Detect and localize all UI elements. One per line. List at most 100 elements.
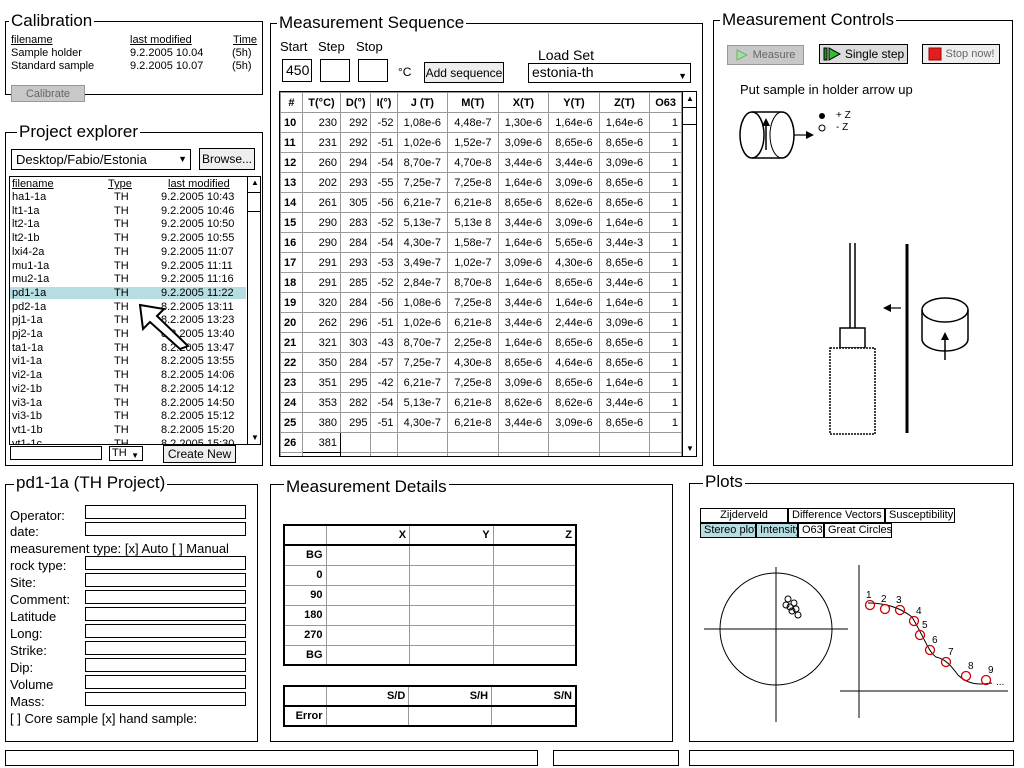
sequence-cell[interactable] bbox=[340, 452, 372, 456]
details-cell[interactable] bbox=[325, 604, 411, 626]
start-input[interactable]: 450 bbox=[282, 59, 312, 82]
latitude-input[interactable] bbox=[85, 607, 246, 621]
sequence-cell[interactable]: 1,64e-6 bbox=[598, 112, 651, 133]
sequence-cell[interactable]: 305 bbox=[340, 192, 372, 213]
sequence-cell[interactable]: 1,64e-6 bbox=[598, 292, 651, 313]
sequence-cell[interactable]: 4,30e-8 bbox=[447, 352, 499, 373]
sequence-cell[interactable]: -56 bbox=[370, 192, 398, 213]
calibrate-button[interactable]: Calibrate bbox=[11, 85, 85, 102]
file-row[interactable]: vt1-1c TH 8.2.2005 15:30 bbox=[10, 438, 246, 444]
sequence-column-header[interactable]: Z(T) bbox=[598, 92, 651, 113]
sequence-index-cell[interactable]: 24 bbox=[280, 392, 303, 413]
sequence-cell[interactable]: 1 bbox=[649, 412, 682, 433]
file-row[interactable]: ha1-1a TH 9.2.2005 10:43 bbox=[10, 191, 246, 203]
details-cell[interactable] bbox=[492, 624, 577, 646]
sequence-cell[interactable]: 1 bbox=[649, 192, 682, 213]
sequence-cell[interactable]: 8,65e-6 bbox=[598, 412, 651, 433]
sequence-cell[interactable]: 8,65e-6 bbox=[548, 332, 600, 353]
sequence-cell[interactable]: 3,44e-6 bbox=[598, 272, 651, 293]
table-row[interactable]: 21 321 303 -43 8,70e-7 2,25e-8 1,64e-6 8,65e-6 8… bbox=[280, 332, 682, 353]
table-row[interactable]: 14 261 305 -56 6,21e-7 6,21e-8 8,65e-6 8,62e-6 8… bbox=[280, 192, 682, 213]
create-new-button[interactable]: Create New bbox=[163, 445, 236, 463]
sequence-cell[interactable]: 4,48e-7 bbox=[447, 112, 499, 133]
details-table[interactable]: XYZ BG 0 90 180 270 BG bbox=[283, 524, 577, 666]
sequence-cell[interactable]: 4,30e-7 bbox=[396, 412, 449, 433]
calibration-row-filename[interactable]: Standard sample bbox=[11, 60, 94, 72]
sequence-index-cell[interactable]: 12 bbox=[280, 152, 303, 173]
sequence-cell[interactable]: 1 bbox=[649, 292, 682, 313]
sequence-index-cell[interactable]: 20 bbox=[280, 312, 303, 333]
sequence-cell[interactable]: 1 bbox=[649, 112, 682, 133]
volume-input[interactable] bbox=[85, 675, 246, 689]
table-row[interactable]: 20 262 296 -51 1,02e-6 6,21e-8 3,44e-6 2,44e-6 3… bbox=[280, 312, 682, 333]
table-row[interactable]: 23 351 295 -42 6,21e-7 7,25e-8 3,09e-6 8,65e-6 1… bbox=[280, 372, 682, 393]
sequence-index-cell[interactable]: 22 bbox=[280, 352, 303, 373]
sequence-cell[interactable]: -52 bbox=[370, 212, 398, 233]
sequence-cell[interactable]: 1,58e-7 bbox=[447, 232, 499, 253]
file-row[interactable]: vi2-1b TH 8.2.2005 14:12 bbox=[10, 383, 246, 395]
sequence-cell[interactable]: 6,21e-7 bbox=[396, 372, 449, 393]
sequence-cell[interactable]: 8,65e-6 bbox=[497, 352, 550, 373]
details-cell[interactable] bbox=[492, 564, 577, 586]
details-cell[interactable] bbox=[409, 564, 494, 586]
sequence-index-cell[interactable]: 15 bbox=[280, 212, 303, 233]
sequence-column-header[interactable]: M(T) bbox=[447, 92, 499, 113]
sequence-cell[interactable]: 1,64e-6 bbox=[598, 372, 651, 393]
sequence-cell[interactable]: 3,44e-6 bbox=[497, 152, 550, 173]
sequence-cell[interactable]: 8,65e-6 bbox=[548, 372, 600, 393]
table-row[interactable]: 24 353 282 -54 5,13e-7 6,21e-8 8,62e-6 8,62e-6 3… bbox=[280, 392, 682, 413]
sequence-cell[interactable]: 351 bbox=[301, 372, 342, 393]
sequence-cell[interactable]: 2,44e-6 bbox=[548, 312, 600, 333]
sequence-cell[interactable]: 5,13e-7 bbox=[396, 212, 449, 233]
sequence-cell[interactable]: 8,65e-6 bbox=[598, 192, 651, 213]
sequence-cell[interactable]: -51 bbox=[370, 312, 398, 333]
file-row[interactable]: lt1-1a TH 9.2.2005 10:46 bbox=[10, 205, 246, 217]
sequence-cell[interactable]: 7,25e-8 bbox=[447, 292, 499, 313]
scroll-up-icon[interactable]: ▲ bbox=[251, 178, 259, 187]
sequence-cell[interactable]: 1,02e-6 bbox=[396, 312, 449, 333]
loadset-select[interactable]: estonia-th ▼ bbox=[528, 63, 691, 83]
sequence-cell[interactable]: 321 bbox=[301, 332, 342, 353]
details-cell[interactable] bbox=[492, 544, 577, 566]
table-row[interactable]: 25 380 295 -51 4,30e-7 6,21e-8 3,44e-6 3,09e-6 8… bbox=[280, 412, 682, 433]
sequence-scrollbar[interactable]: ▲ ▼ bbox=[682, 92, 696, 456]
sequence-cell[interactable]: 7,25e-8 bbox=[447, 372, 499, 393]
sequence-cell[interactable]: 1,52e-7 bbox=[447, 132, 499, 153]
sequence-cell[interactable]: 293 bbox=[340, 252, 372, 273]
sequence-cell[interactable] bbox=[598, 452, 651, 456]
file-row[interactable]: pd2-1a TH 8.2.2005 13:11 bbox=[10, 301, 246, 313]
plot-tab[interactable]: Intensity bbox=[756, 523, 801, 538]
step-input[interactable] bbox=[320, 59, 350, 82]
operator-input[interactable] bbox=[85, 505, 246, 519]
sequence-cell[interactable]: 291 bbox=[301, 252, 342, 273]
sequence-cell[interactable]: 282 bbox=[340, 392, 372, 413]
sequence-cell[interactable]: 4,30e-6 bbox=[548, 252, 600, 273]
scroll-thumb[interactable] bbox=[683, 107, 696, 125]
sequence-cell[interactable]: 6,21e-8 bbox=[447, 312, 499, 333]
sequence-column-header[interactable]: X(T) bbox=[497, 92, 550, 113]
sequence-cell[interactable]: 381 bbox=[301, 432, 342, 453]
sequence-column-header[interactable]: O63 bbox=[649, 92, 682, 113]
sequence-cell[interactable]: 1,08e-6 bbox=[396, 292, 449, 313]
sequence-cell[interactable]: 3,09e-6 bbox=[548, 212, 600, 233]
sequence-index-cell[interactable]: 19 bbox=[280, 292, 303, 313]
table-row[interactable]: 11 231 292 -51 1,02e-6 1,52e-7 3,09e-6 8,65e-6 8… bbox=[280, 132, 682, 153]
sequence-cell[interactable]: 1,64e-6 bbox=[548, 292, 600, 313]
strike-input[interactable] bbox=[85, 641, 246, 655]
stop-input[interactable] bbox=[358, 59, 388, 82]
sequence-cell[interactable]: 3,09e-6 bbox=[497, 372, 550, 393]
sequence-cell[interactable]: 1 bbox=[649, 252, 682, 273]
sequence-table[interactable]: # T(°C) D(°) I(°) J (T) M(T) X(T) Y(T) Z(T) O63 1… bbox=[280, 92, 682, 456]
site-input[interactable] bbox=[85, 573, 246, 587]
sequence-cell[interactable]: -57 bbox=[370, 352, 398, 373]
sequence-column-header[interactable]: T(°C) bbox=[301, 92, 342, 113]
details-cell[interactable] bbox=[409, 584, 494, 606]
sequence-cell[interactable]: 230 bbox=[301, 112, 342, 133]
details-cell[interactable] bbox=[325, 624, 411, 646]
sequence-index-cell[interactable]: 25 bbox=[280, 412, 303, 433]
mass-input[interactable] bbox=[85, 692, 246, 706]
sequence-cell[interactable]: 6,21e-8 bbox=[447, 192, 499, 213]
sequence-cell[interactable]: 1 bbox=[649, 272, 682, 293]
file-row[interactable]: vt1-1b TH 8.2.2005 15:20 bbox=[10, 424, 246, 436]
sequence-cell[interactable]: -55 bbox=[370, 172, 398, 193]
